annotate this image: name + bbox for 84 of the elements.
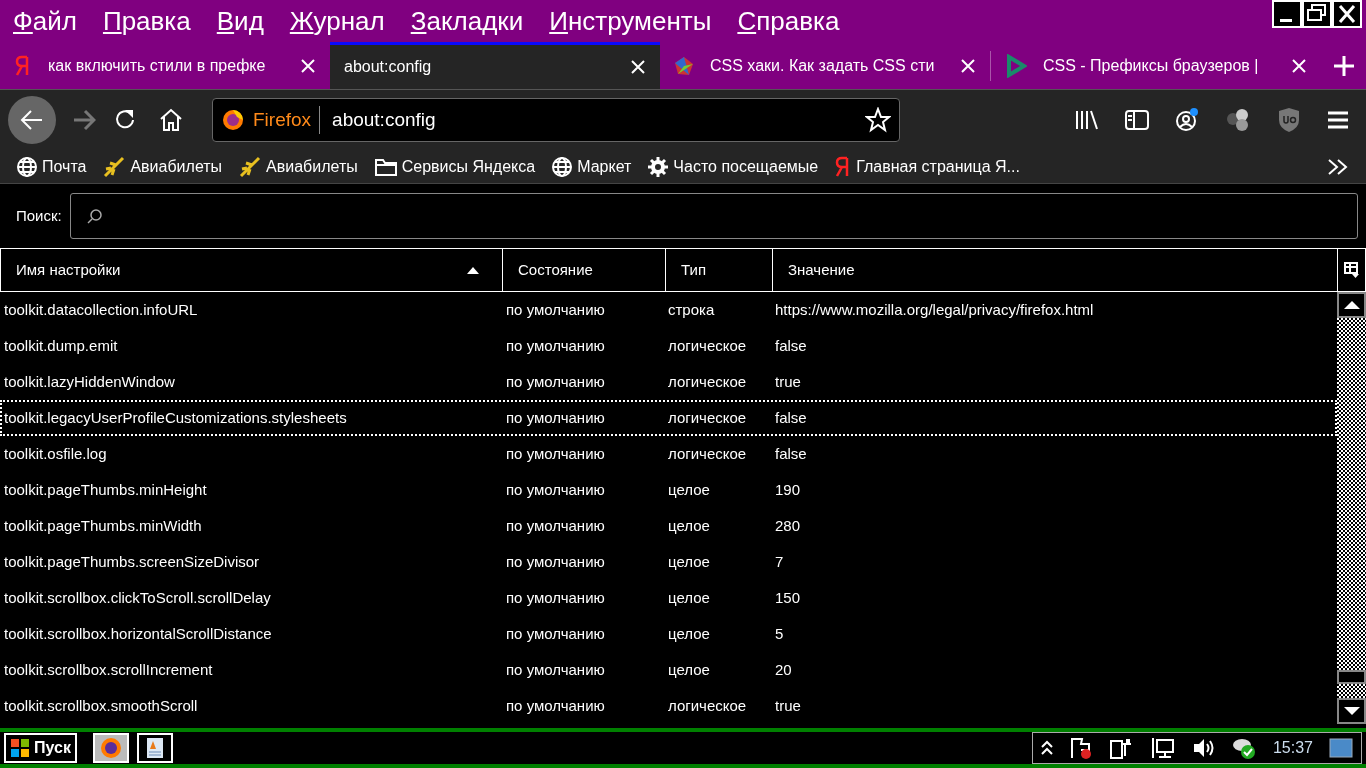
power-plug-icon[interactable] <box>1108 736 1133 760</box>
firefox-logo-icon <box>221 108 245 132</box>
back-arrow-icon <box>20 109 44 131</box>
column-header[interactable]: Тип <box>666 249 773 291</box>
table-row[interactable]: toolkit.scrollbox.clickToScroll.scrollDelay по умолчанию целое 150 <box>0 580 1337 616</box>
plus-icon[interactable] <box>1331 53 1356 78</box>
account-icon[interactable] <box>1174 107 1200 133</box>
menu-item[interactable]: Файл <box>0 0 90 42</box>
menu-item[interactable]: Справка <box>724 0 853 42</box>
scroll-thumb[interactable] <box>1337 670 1366 684</box>
table-row[interactable]: toolkit.pageThumbs.minWidth по умолчанию целое 280 <box>0 508 1337 544</box>
column-picker-icon[interactable] <box>1343 262 1360 278</box>
library-icon[interactable] <box>1074 108 1100 132</box>
table-row[interactable]: toolkit.datacollection.infoURL по умолчанию строка https://www.mozilla.org/legal/privacy/firefox.html <box>0 292 1337 328</box>
scroll-down-icon[interactable] <box>1342 706 1361 716</box>
menu-item[interactable]: Правка <box>89 0 204 42</box>
table-row[interactable]: toolkit.osfile.log по умолчанию логическое false <box>0 436 1337 472</box>
play-icon <box>1005 53 1027 78</box>
shield-icon[interactable] <box>1276 106 1302 134</box>
browser-tab[interactable]: как включить стили в префке <box>0 42 330 89</box>
sort-arrow-icon <box>466 265 480 275</box>
gear-icon <box>647 155 670 178</box>
search-icon <box>86 208 103 224</box>
browser-tab[interactable]: about:config <box>330 42 660 89</box>
back-button[interactable] <box>8 96 56 144</box>
close-icon[interactable] <box>300 57 316 74</box>
search-label: Поиск: <box>16 205 62 226</box>
column-header[interactable]: Состояние <box>503 249 666 291</box>
bookmark-item[interactable]: Часто посещаемые <box>647 154 819 179</box>
table-row[interactable]: toolkit.pageThumbs.minHeight по умолчанию целое 190 <box>0 472 1337 508</box>
cloud-check-icon[interactable] <box>1230 736 1257 760</box>
forward-arrow-icon <box>72 109 96 131</box>
minimize-button[interactable] <box>1272 0 1302 28</box>
chevron-up-icon[interactable] <box>1040 739 1053 757</box>
taskbar-app-button[interactable] <box>136 733 173 763</box>
menu-item[interactable]: Журнал <box>276 0 398 42</box>
menu-item[interactable]: Вид <box>203 0 277 42</box>
close-icon[interactable] <box>960 57 976 74</box>
flag-error-icon[interactable] <box>1068 736 1093 760</box>
search-field[interactable] <box>69 193 1358 239</box>
airplane-icon <box>238 154 263 179</box>
browser-tab[interactable]: CSS - Префиксы браузеров | <box>991 42 1321 89</box>
document-icon <box>144 737 165 759</box>
table-row[interactable]: toolkit.scrollbox.scrollIncrement по умолчанию целое 20 <box>0 652 1337 688</box>
column-header[interactable]: Значение <box>773 249 1338 291</box>
menu-icon[interactable] <box>1326 109 1350 131</box>
close-button[interactable] <box>1332 0 1362 28</box>
folder-icon <box>373 156 398 177</box>
address-bar[interactable]: Firefox about:config <box>212 98 900 142</box>
home-icon[interactable] <box>158 107 184 133</box>
sidebar-icon[interactable] <box>1124 108 1150 132</box>
menu-item[interactable]: Закладки <box>397 0 537 42</box>
column-header[interactable]: Имя настройки <box>1 249 503 291</box>
start-button[interactable]: Пуск <box>4 733 77 763</box>
bookmark-item[interactable]: Маркет <box>551 154 632 179</box>
menu-item[interactable]: Инструменты <box>536 0 725 42</box>
table-row[interactable]: toolkit.lazyHiddenWindow по умолчанию логическое true <box>0 364 1337 400</box>
firefox-logo-icon <box>99 737 122 759</box>
bookmark-item[interactable]: Главная страница Я... <box>834 154 1020 179</box>
bookmark-item[interactable]: Авиабилеты <box>102 154 223 179</box>
globe-icon <box>551 155 574 178</box>
scroll-up-icon[interactable] <box>1342 300 1361 310</box>
bookmark-item[interactable]: Авиабилеты <box>238 154 358 179</box>
star-icon[interactable] <box>865 107 891 133</box>
scrollbar[interactable] <box>1337 292 1366 724</box>
close-icon[interactable] <box>1291 57 1307 74</box>
browser-tab[interactable]: CSS хаки. Как задать CSS сти <box>660 42 990 89</box>
table-row[interactable]: toolkit.scrollbox.horizontalScrollDistance по умолчанию целое 5 <box>0 616 1337 652</box>
globe-icon <box>16 155 38 178</box>
clock: 15:37 <box>1272 738 1313 758</box>
chevron-icon[interactable] <box>1326 157 1350 178</box>
table-row[interactable]: toolkit.pageThumbs.screenSizeDivisor по умолчанию целое 7 <box>0 544 1337 580</box>
taskbar-app-button[interactable] <box>92 733 129 763</box>
close-icon[interactable] <box>630 59 646 75</box>
bookmark-item[interactable]: Почта <box>16 154 87 179</box>
restore-button[interactable] <box>1302 0 1332 28</box>
table-row[interactable]: toolkit.legacyUserProfileCustomizations.stylesheets по умолчанию логическое false <box>0 400 1337 436</box>
airplane-icon <box>102 154 127 179</box>
show-desktop-icon[interactable] <box>1329 738 1353 758</box>
table-row[interactable]: toolkit.scrollbox.smoothScroll по умолчанию логическое true <box>0 688 1337 724</box>
table-row[interactable]: toolkit.dump.emit по умолчанию логическое false <box>0 328 1337 364</box>
bookmark-item[interactable]: Сервисы Яндекса <box>373 154 536 179</box>
windows-logo-icon <box>10 738 30 758</box>
colorful-shape-icon <box>674 55 694 76</box>
